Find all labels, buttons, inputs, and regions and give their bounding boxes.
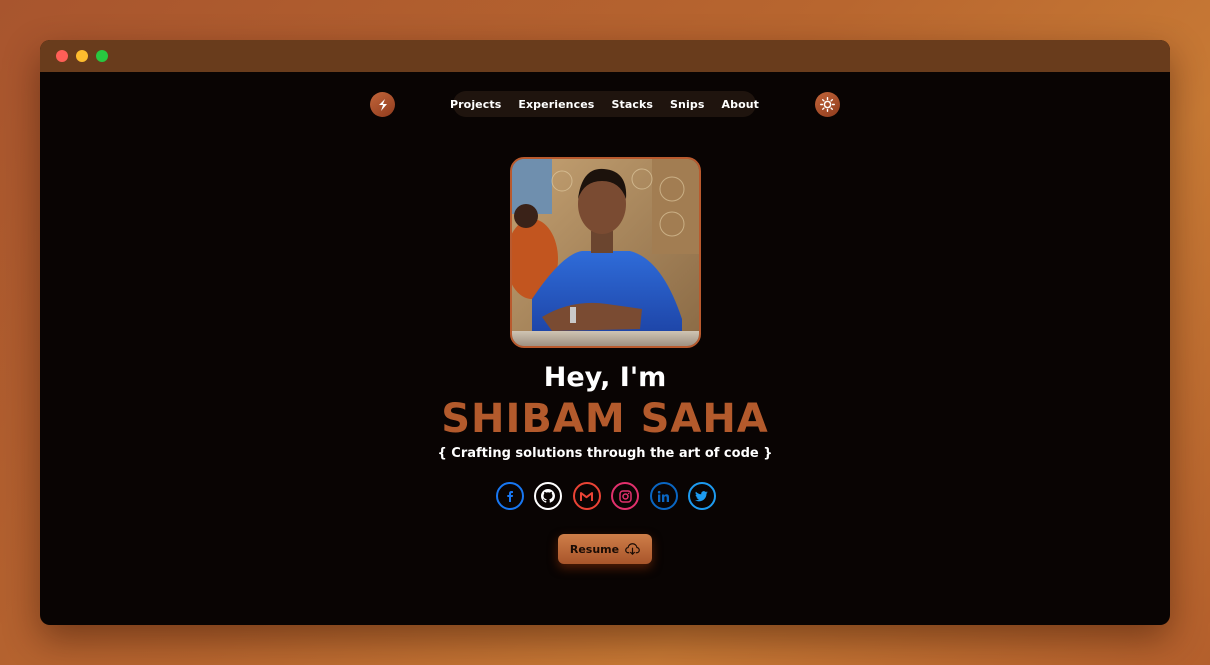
nav-item-stacks[interactable]: Stacks: [611, 98, 653, 111]
github-link[interactable]: [534, 482, 563, 510]
logo-icon: [378, 98, 387, 111]
linkedin-link[interactable]: [649, 482, 678, 510]
minimize-window-button[interactable]: [76, 50, 88, 62]
gmail-link[interactable]: [572, 482, 601, 510]
nav-item-projects[interactable]: Projects: [450, 98, 501, 111]
window-titlebar: [40, 40, 1170, 72]
instagram-link[interactable]: [611, 482, 640, 510]
hero-tagline: { Crafting solutions through the art of …: [437, 446, 773, 461]
browser-window: Projects Experiences Stacks Snips About: [40, 40, 1170, 625]
facebook-link[interactable]: [496, 482, 524, 510]
nav-item-about[interactable]: About: [721, 98, 759, 111]
hero-greeting: Hey, I'm: [543, 362, 667, 393]
twitter-link[interactable]: [687, 482, 716, 510]
gmail-icon: [580, 491, 594, 501]
hero-name: SHIBAM SAHA: [441, 396, 769, 442]
resume-label: Resume: [569, 542, 620, 556]
close-window-button[interactable]: [56, 50, 68, 62]
linkedin-icon: [657, 490, 670, 502]
site-logo[interactable]: [370, 92, 395, 117]
theme-toggle-button[interactable]: [815, 92, 840, 117]
instagram-icon: [618, 489, 632, 503]
social-links: [496, 482, 716, 512]
profile-photo: [510, 157, 701, 348]
github-icon: [541, 489, 556, 503]
resume-button[interactable]: Resume: [558, 534, 652, 564]
main-nav: Projects Experiences Stacks Snips About: [450, 91, 759, 117]
cloud-download-icon: [625, 543, 640, 555]
sun-icon: [820, 97, 835, 112]
twitter-icon: [695, 490, 709, 501]
nav-item-snips[interactable]: Snips: [670, 98, 704, 111]
maximize-window-button[interactable]: [96, 50, 108, 62]
nav-item-experiences[interactable]: Experiences: [518, 98, 594, 111]
facebook-icon: [507, 491, 513, 502]
